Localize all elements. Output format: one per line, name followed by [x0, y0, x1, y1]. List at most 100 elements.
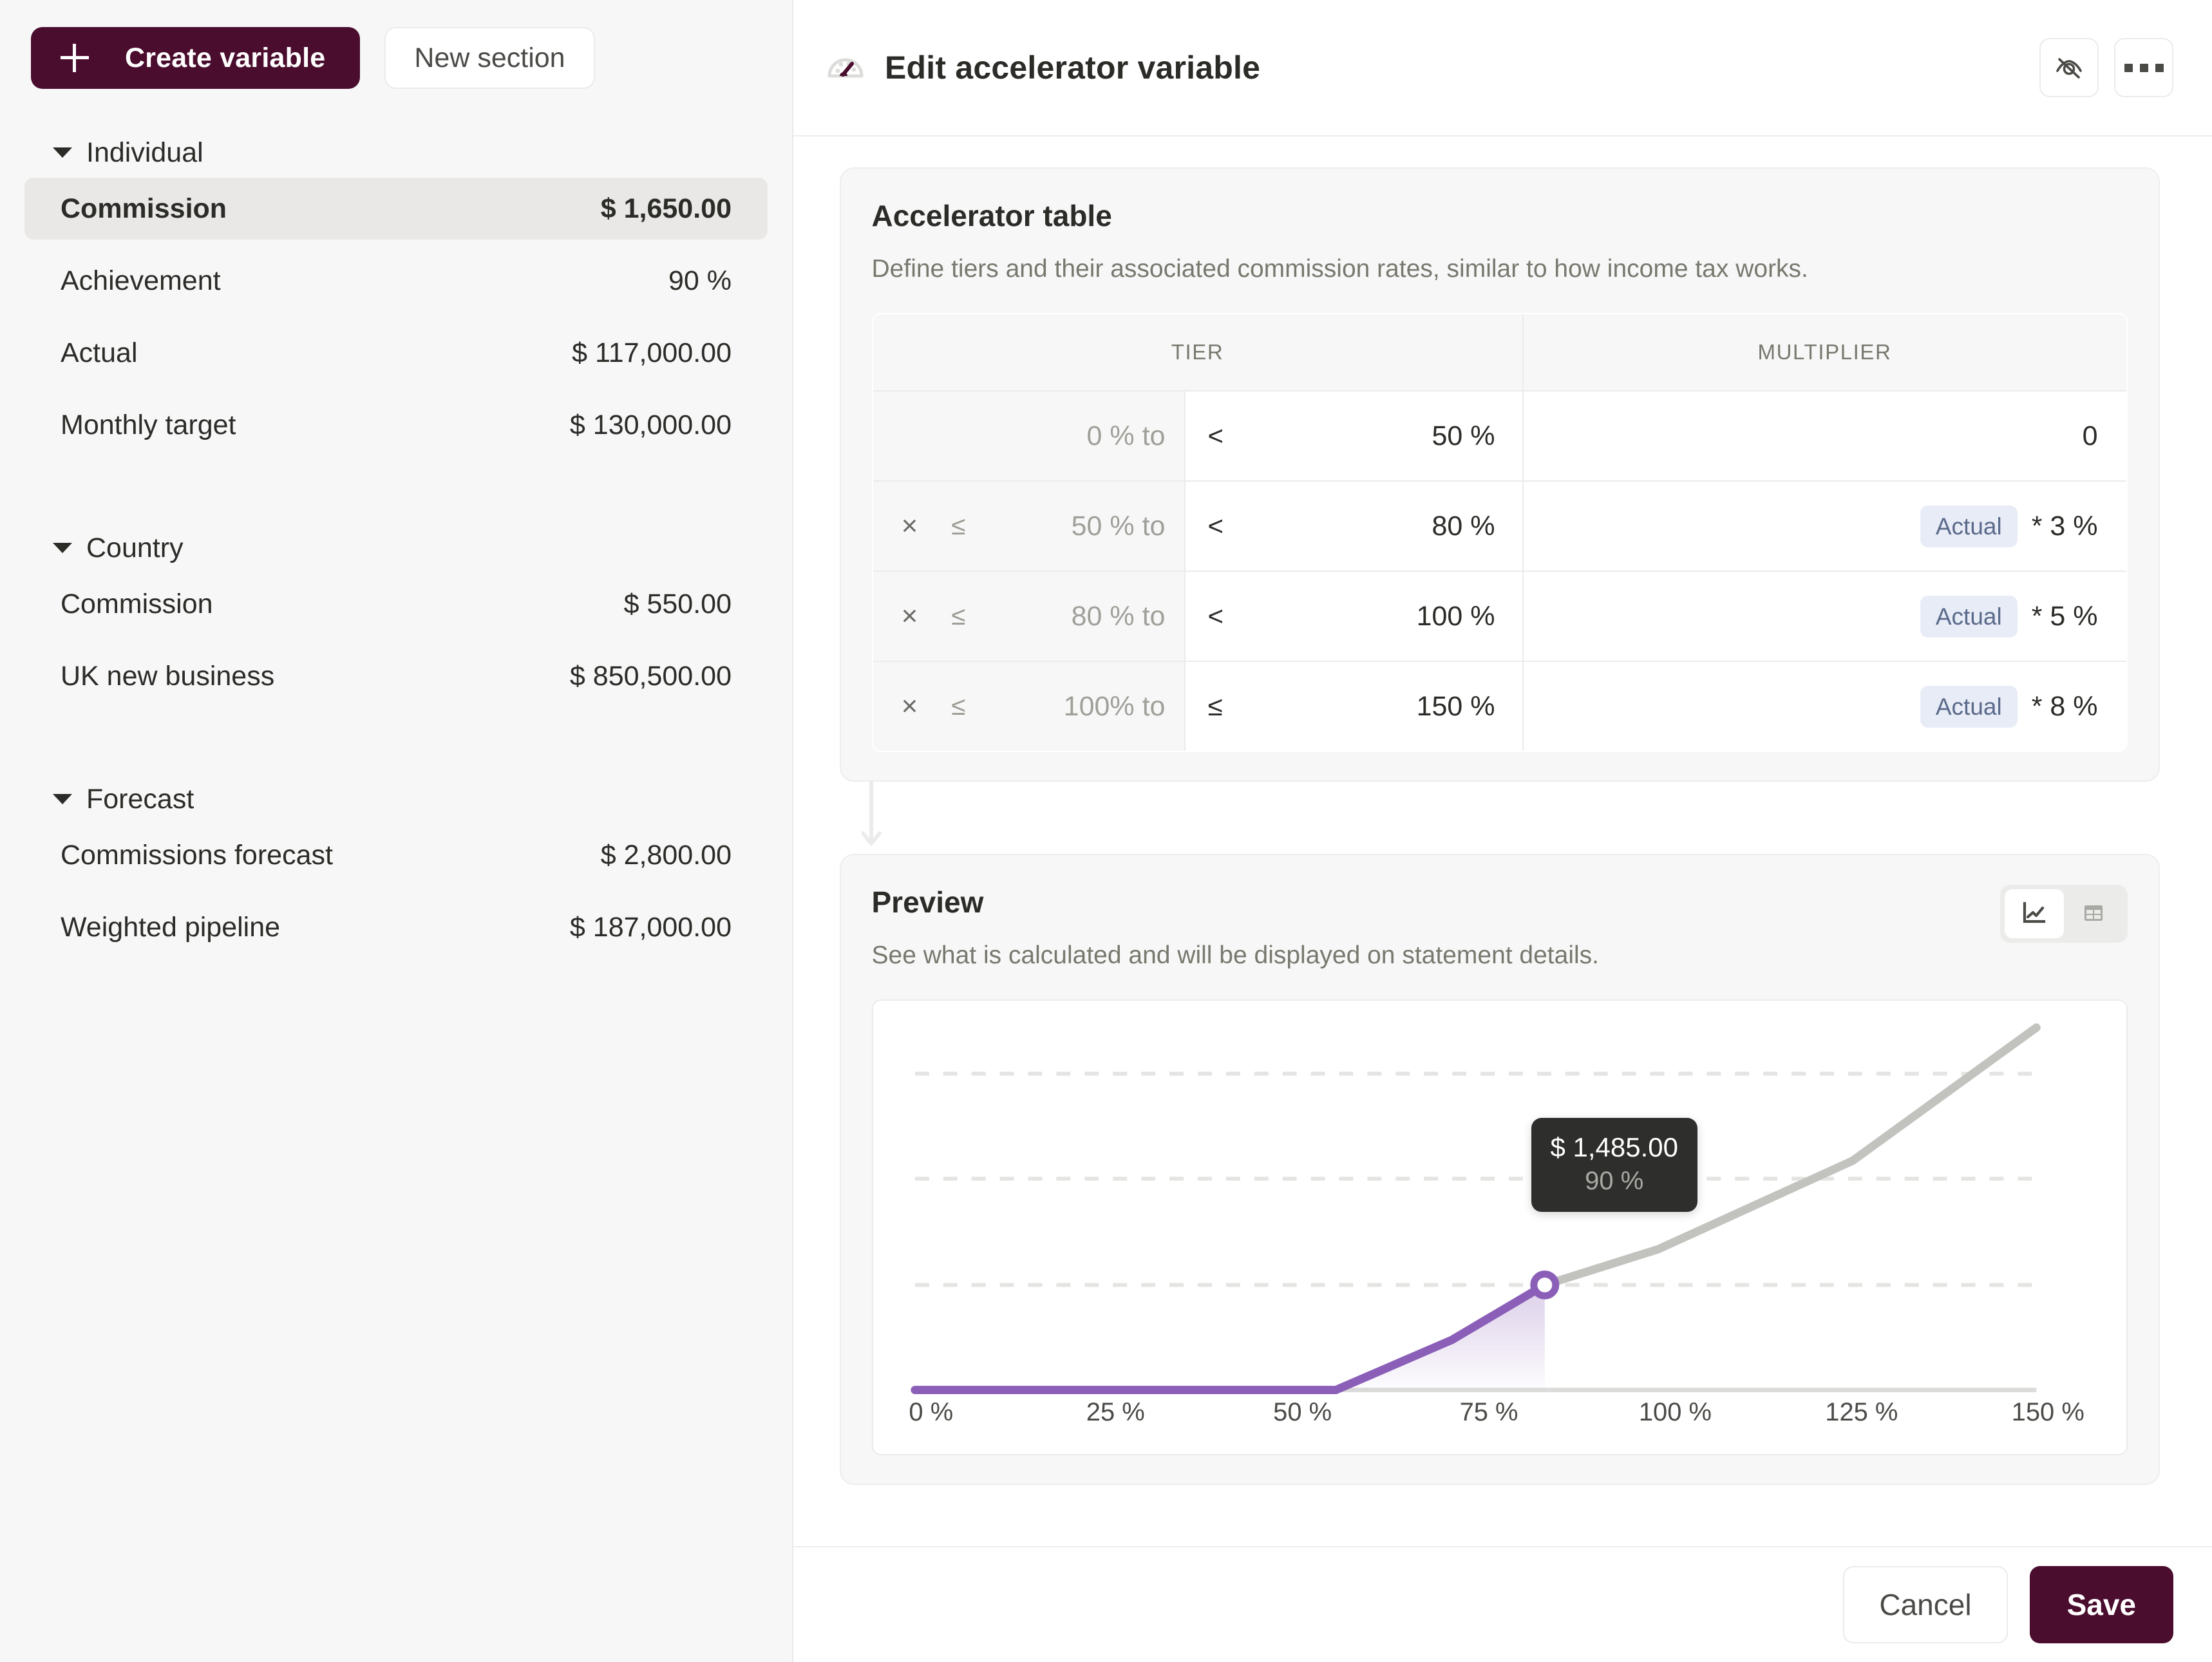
svg-text:25 %: 25 %	[1086, 1398, 1144, 1426]
variable-value: $ 2,800.00	[601, 840, 732, 871]
editor-content: Accelerator table Define tiers and their…	[793, 137, 2212, 1546]
sidebar-item-commission-individual[interactable]: Commission $ 1,650.00	[24, 178, 768, 240]
gauge-icon	[826, 48, 865, 88]
spacer	[0, 886, 792, 896]
sidebar-item-commission-country[interactable]: Commission $ 550.00	[24, 573, 768, 635]
sidebar-item-achievement[interactable]: Achievement 90 %	[24, 250, 768, 312]
create-variable-label: Create variable	[125, 42, 325, 74]
tier-to-operator: <	[1207, 601, 1240, 632]
chevron-down-icon	[53, 543, 72, 553]
actual-variable-badge[interactable]: Actual	[1920, 686, 2018, 728]
chevron-down-icon	[53, 794, 72, 804]
variable-value: $ 550.00	[624, 589, 732, 620]
preview-chart[interactable]: $ 1,485.00 90 % 0 % 25 % 50 % 75 % 100 %…	[872, 999, 2128, 1455]
save-button[interactable]: Save	[2030, 1566, 2173, 1643]
tooltip-value: $ 1,485.00	[1551, 1132, 1679, 1163]
sidebar-group-individual[interactable]: Individual	[0, 127, 792, 178]
tier-to-cell[interactable]: < 50 %	[1185, 391, 1522, 481]
sidebar-group-label: Individual	[86, 137, 203, 169]
accelerator-table-subtitle: Define tiers and their associated commis…	[872, 255, 2128, 283]
create-variable-button[interactable]: Create variable	[31, 27, 360, 89]
preview-header-text: Preview See what is calculated and will …	[872, 885, 1600, 970]
tier-to-value: 50 %	[1240, 420, 1495, 452]
multiplier-cell[interactable]: Actual * 5 %	[1523, 571, 2127, 661]
remove-tier-button[interactable]: ×	[895, 692, 925, 721]
tier-from-cell[interactable]: × ≤ 50 % to	[873, 481, 1186, 571]
remove-tier-button[interactable]: ×	[895, 512, 925, 540]
page-title: Edit accelerator variable	[885, 49, 1260, 86]
table-row: × ≤ 100% to ≤ 150 %	[873, 661, 2127, 751]
editor-header: Edit accelerator variable	[793, 0, 2212, 137]
variable-label: Commission	[61, 589, 213, 620]
preview-subtitle: See what is calculated and will be displ…	[872, 941, 1600, 970]
arrow-down-icon	[862, 782, 900, 854]
editor-footer: Cancel Save	[793, 1546, 2212, 1662]
spacer	[0, 456, 792, 523]
plus-icon	[61, 44, 89, 72]
tier-from-cell[interactable]: × ≤ 80 % to	[873, 571, 1186, 661]
variable-value: 90 %	[668, 265, 732, 297]
tier-to-operator: <	[1207, 420, 1240, 451]
variable-value: $ 117,000.00	[572, 337, 732, 369]
sidebar-item-monthly-target[interactable]: Monthly target $ 130,000.00	[24, 394, 768, 456]
hide-variable-button[interactable]	[2039, 38, 2099, 97]
sidebar-group-country[interactable]: Country	[0, 523, 792, 573]
spacer	[0, 312, 792, 322]
actual-variable-badge[interactable]: Actual	[1920, 596, 2018, 637]
chart-tooltip: $ 1,485.00 90 %	[1531, 1118, 1698, 1212]
accelerator-table-title: Accelerator table	[872, 198, 2128, 233]
chevron-down-icon	[53, 147, 72, 158]
tier-from-operator: ≤	[936, 692, 981, 721]
tier-to-cell[interactable]: < 100 %	[1185, 571, 1522, 661]
tier-from-value: 50 % to	[981, 511, 1166, 542]
multiplier-cell[interactable]: Actual * 3 %	[1523, 481, 2127, 571]
column-header-tier: TIER	[873, 314, 1523, 391]
tier-from-cell[interactable]: × ≤ 100% to	[873, 661, 1186, 751]
accelerator-table-card: Accelerator table Define tiers and their…	[840, 167, 2160, 782]
flow-connector	[840, 782, 2160, 854]
tier-to-cell[interactable]: < 80 %	[1185, 481, 1522, 571]
actual-variable-badge[interactable]: Actual	[1920, 505, 2018, 547]
cancel-button[interactable]: Cancel	[1843, 1566, 2007, 1643]
variable-label: Achievement	[61, 265, 221, 297]
sidebar-item-uk-new-business[interactable]: UK new business $ 850,500.00	[24, 645, 768, 707]
tooltip-subvalue: 90 %	[1551, 1166, 1679, 1196]
variable-label: UK new business	[61, 661, 274, 692]
editor-panel: Edit accelerator variable	[793, 0, 2212, 1662]
tier-from-value: 0 % to	[981, 420, 1166, 452]
svg-text:75 %: 75 %	[1459, 1398, 1518, 1426]
table-header-row: TIER MULTIPLIER	[873, 314, 2127, 391]
sidebar-item-weighted-pipeline[interactable]: Weighted pipeline $ 187,000.00	[24, 896, 768, 958]
view-table-button[interactable]	[2064, 889, 2123, 938]
column-header-multiplier: MULTIPLIER	[1523, 314, 2127, 391]
tier-from-operator: ≤	[936, 512, 981, 541]
new-section-button[interactable]: New section	[384, 27, 594, 89]
tier-to-cell[interactable]: ≤ 150 %	[1185, 661, 1522, 751]
variable-value: $ 850,500.00	[570, 661, 732, 692]
multiplier-cell[interactable]: Actual * 8 %	[1523, 661, 2127, 751]
table-row: 0 % to < 50 % 0	[873, 391, 2127, 481]
sidebar-item-actual[interactable]: Actual $ 117,000.00	[24, 322, 768, 384]
view-chart-button[interactable]	[2005, 889, 2064, 938]
multiplier-cell[interactable]: 0	[1523, 391, 2127, 481]
editor-header-left: Edit accelerator variable	[826, 48, 2039, 88]
more-options-button[interactable]	[2114, 38, 2173, 97]
editor-header-actions	[2039, 38, 2173, 97]
tier-from-value: 100% to	[981, 691, 1166, 722]
multiplier-value: * 8 %	[2032, 691, 2098, 722]
sidebar-group-forecast[interactable]: Forecast	[0, 774, 792, 824]
accelerator-table: TIER MULTIPLIER 0 % to	[872, 313, 2128, 752]
remove-tier-button[interactable]: ×	[895, 602, 925, 630]
eye-off-icon	[2054, 52, 2084, 84]
variable-value: $ 130,000.00	[570, 410, 732, 441]
tier-from-cell[interactable]: 0 % to	[873, 391, 1186, 481]
tier-to-operator: <	[1207, 511, 1240, 542]
spacer	[0, 635, 792, 645]
variable-label: Commission	[61, 193, 227, 225]
app-root: Create variable New section Individual C…	[0, 0, 2212, 1662]
variable-label: Weighted pipeline	[61, 912, 280, 943]
svg-text:150 %: 150 %	[2011, 1398, 2084, 1426]
sidebar-item-commissions-forecast[interactable]: Commissions forecast $ 2,800.00	[24, 824, 768, 886]
tier-from-operator: ≤	[936, 602, 981, 631]
table-row: × ≤ 50 % to < 80 %	[873, 481, 2127, 571]
